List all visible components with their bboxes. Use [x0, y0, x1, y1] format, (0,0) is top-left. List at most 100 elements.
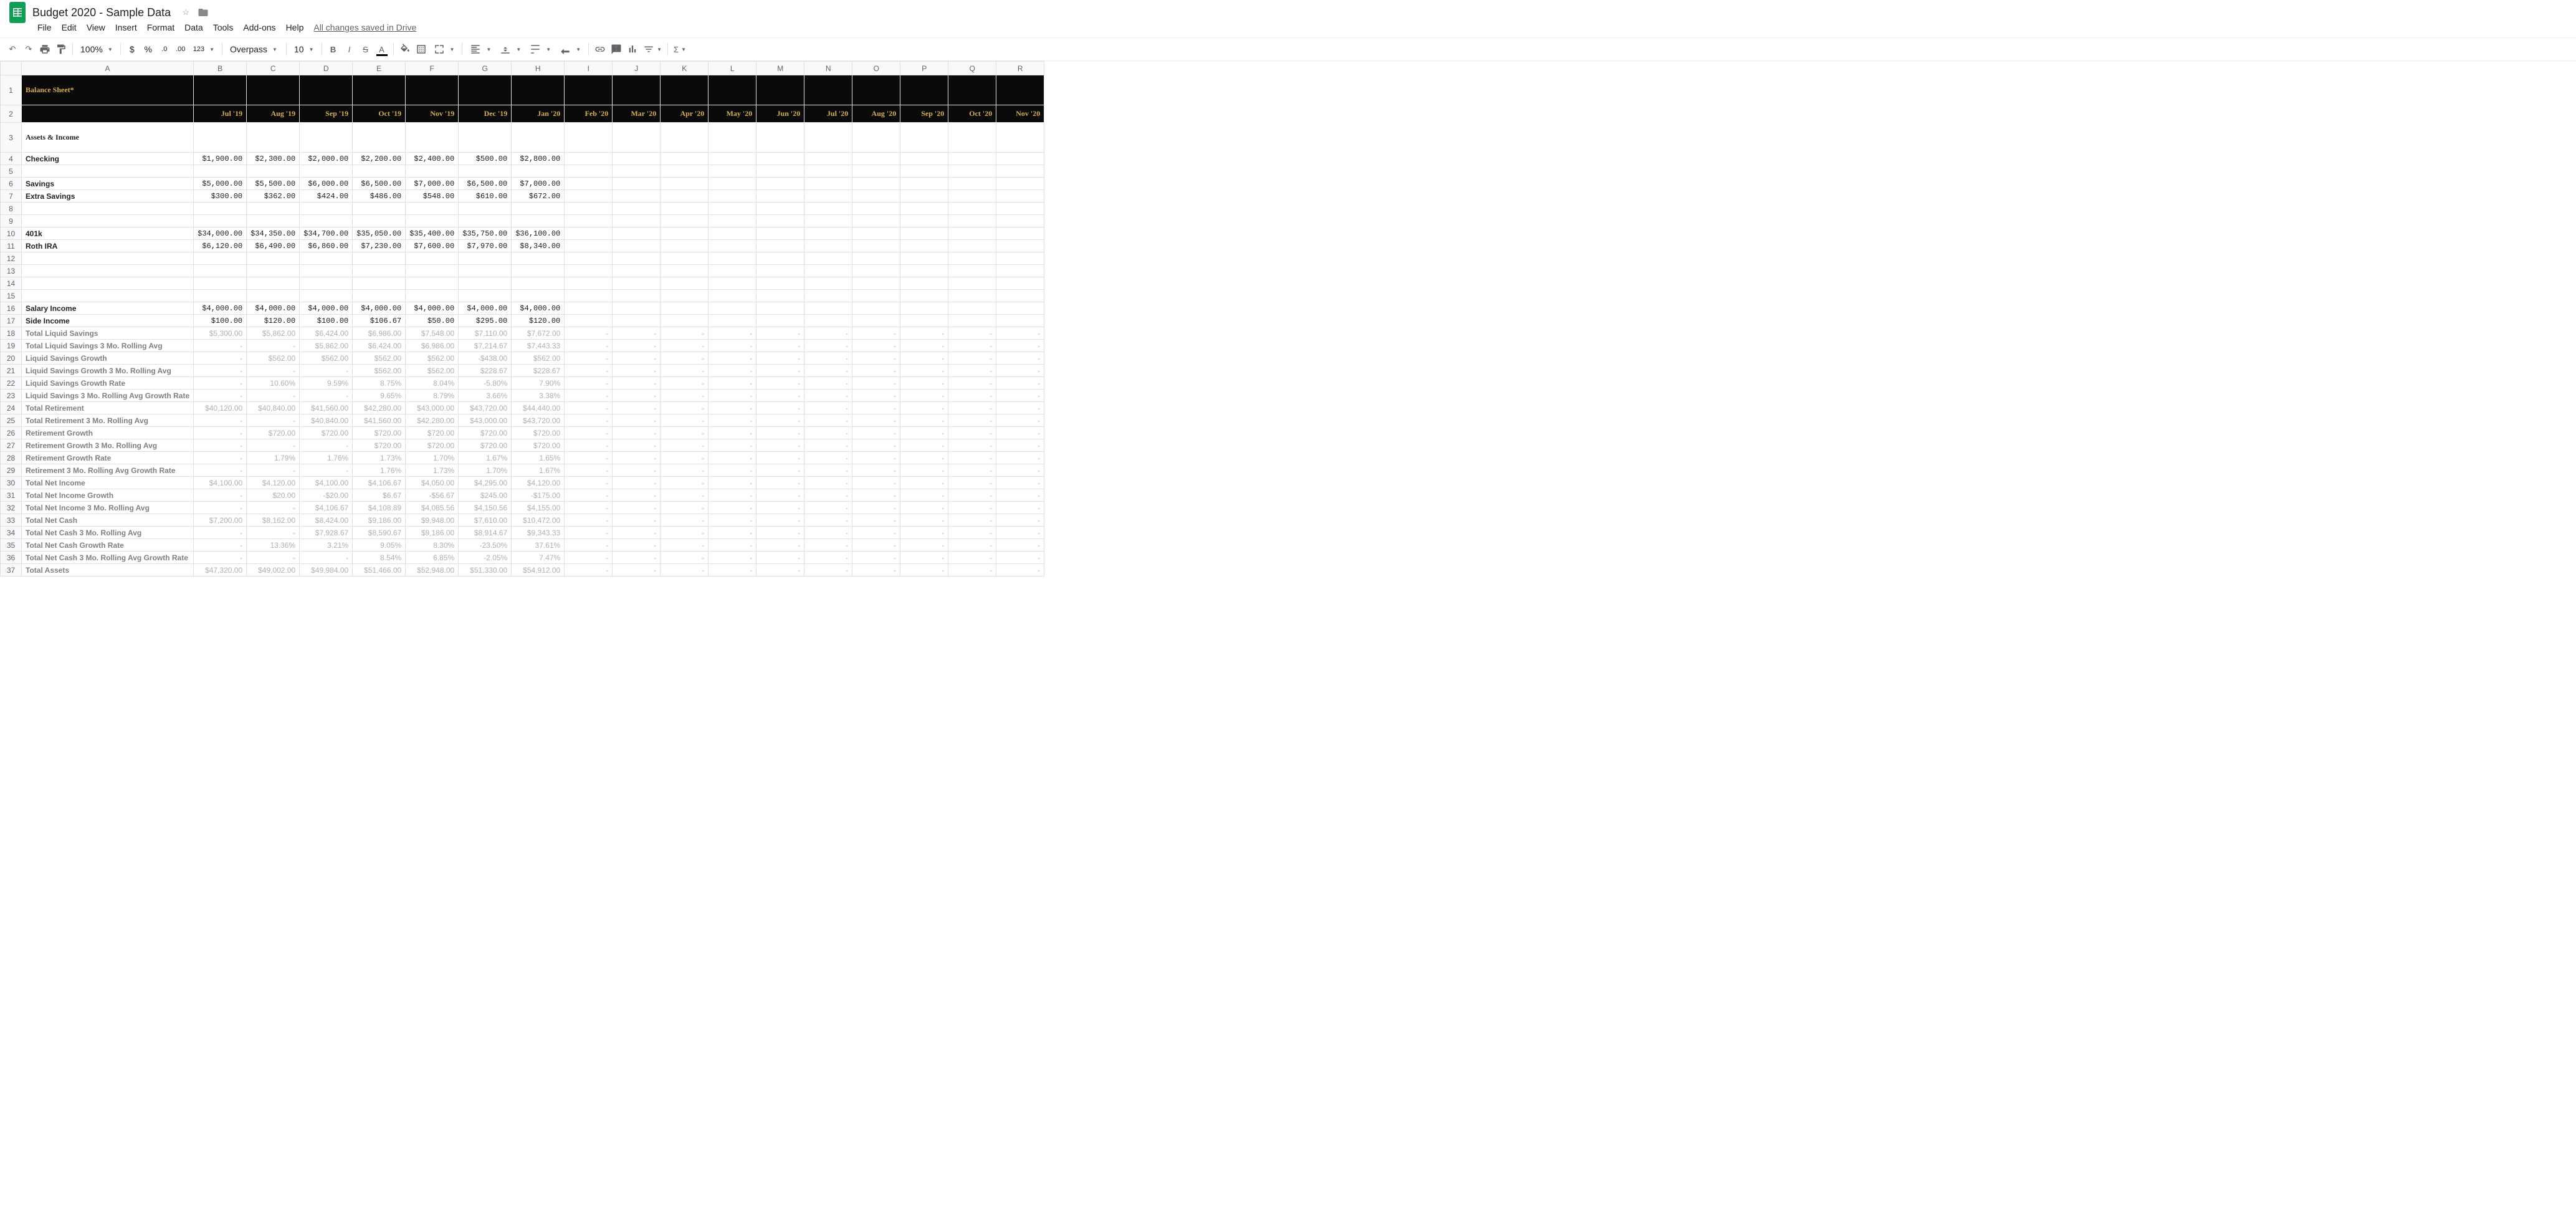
cell-P31[interactable]: - [900, 489, 948, 502]
cell-E32[interactable]: $4,108.89 [353, 502, 406, 514]
cell-A18[interactable]: Total Liquid Savings [22, 327, 194, 340]
cell-Q18[interactable]: - [948, 327, 996, 340]
cell-E30[interactable]: $4,106.67 [353, 477, 406, 489]
cell-P14[interactable] [900, 277, 948, 290]
cell-L30[interactable]: - [708, 477, 756, 489]
cell-C21[interactable]: - [247, 365, 300, 377]
cell-H27[interactable]: $720.00 [512, 439, 565, 452]
column-header-r[interactable]: R [996, 62, 1044, 75]
cell-L12[interactable] [708, 252, 756, 265]
cell-R3[interactable] [996, 123, 1044, 153]
cell-L4[interactable] [708, 153, 756, 165]
cell-N24[interactable]: - [804, 402, 852, 414]
cell-F21[interactable]: $562.00 [406, 365, 459, 377]
cell-D22[interactable]: 9.59% [300, 377, 353, 390]
cell-O4[interactable] [852, 153, 900, 165]
cell-N1[interactable] [804, 75, 852, 105]
cell-C33[interactable]: $8,162.00 [247, 514, 300, 527]
cell-N21[interactable]: - [804, 365, 852, 377]
text-wrap-button[interactable]: ▼ [526, 44, 555, 55]
cell-J7[interactable] [613, 190, 661, 203]
cell-F28[interactable]: 1.70% [406, 452, 459, 464]
cell-G20[interactable]: -$438.00 [459, 352, 512, 365]
cell-R8[interactable] [996, 203, 1044, 215]
cell-O15[interactable] [852, 290, 900, 302]
cell-O13[interactable] [852, 265, 900, 277]
cell-L14[interactable] [708, 277, 756, 290]
cell-P29[interactable]: - [900, 464, 948, 477]
cell-P4[interactable] [900, 153, 948, 165]
cell-G21[interactable]: $228.67 [459, 365, 512, 377]
menu-tools[interactable]: Tools [208, 20, 239, 35]
cell-G1[interactable] [459, 75, 512, 105]
row-header-35[interactable]: 35 [1, 539, 22, 552]
cell-G11[interactable]: $7,970.00 [459, 240, 512, 252]
cell-C4[interactable]: $2,300.00 [247, 153, 300, 165]
cell-M35[interactable]: - [756, 539, 804, 552]
cell-G22[interactable]: -5.80% [459, 377, 512, 390]
cell-B36[interactable]: - [194, 552, 247, 564]
cell-K4[interactable] [661, 153, 708, 165]
cell-B29[interactable]: - [194, 464, 247, 477]
cell-N19[interactable]: - [804, 340, 852, 352]
column-header-a[interactable]: A [22, 62, 194, 75]
cell-J1[interactable] [613, 75, 661, 105]
cell-K8[interactable] [661, 203, 708, 215]
cell-O29[interactable]: - [852, 464, 900, 477]
cell-C20[interactable]: $562.00 [247, 352, 300, 365]
cell-G4[interactable]: $500.00 [459, 153, 512, 165]
cell-B21[interactable]: - [194, 365, 247, 377]
increase-decimal-button[interactable]: .00 [173, 42, 188, 57]
cell-Q32[interactable]: - [948, 502, 996, 514]
cell-Q6[interactable] [948, 178, 996, 190]
cell-A34[interactable]: Total Net Cash 3 Mo. Rolling Avg [22, 527, 194, 539]
cell-C37[interactable]: $49,002.00 [247, 564, 300, 576]
cell-D36[interactable]: - [300, 552, 353, 564]
cell-C10[interactable]: $34,350.00 [247, 227, 300, 240]
cell-C30[interactable]: $4,120.00 [247, 477, 300, 489]
cell-Q27[interactable]: - [948, 439, 996, 452]
cell-E21[interactable]: $562.00 [353, 365, 406, 377]
cell-Q11[interactable] [948, 240, 996, 252]
row-header-28[interactable]: 28 [1, 452, 22, 464]
row-header-22[interactable]: 22 [1, 377, 22, 390]
cell-K31[interactable]: - [661, 489, 708, 502]
cell-F30[interactable]: $4,050.00 [406, 477, 459, 489]
cell-Q26[interactable]: - [948, 427, 996, 439]
cell-B20[interactable]: - [194, 352, 247, 365]
cell-L17[interactable] [708, 315, 756, 327]
cell-O1[interactable] [852, 75, 900, 105]
row-header-5[interactable]: 5 [1, 165, 22, 178]
cell-F29[interactable]: 1.73% [406, 464, 459, 477]
cell-A2[interactable] [22, 105, 194, 123]
cell-N34[interactable]: - [804, 527, 852, 539]
cell-G13[interactable] [459, 265, 512, 277]
row-header-20[interactable]: 20 [1, 352, 22, 365]
cell-B17[interactable]: $100.00 [194, 315, 247, 327]
cell-K19[interactable]: - [661, 340, 708, 352]
cell-R18[interactable]: - [996, 327, 1044, 340]
column-header-l[interactable]: L [708, 62, 756, 75]
zoom-select[interactable]: 100%▼ [77, 44, 117, 54]
row-header-23[interactable]: 23 [1, 390, 22, 402]
cell-O26[interactable]: - [852, 427, 900, 439]
insert-link-button[interactable] [593, 42, 608, 57]
cell-F13[interactable] [406, 265, 459, 277]
cell-I30[interactable]: - [565, 477, 613, 489]
cell-I15[interactable] [565, 290, 613, 302]
cell-G29[interactable]: 1.70% [459, 464, 512, 477]
cell-R33[interactable]: - [996, 514, 1044, 527]
cell-M29[interactable]: - [756, 464, 804, 477]
cell-K11[interactable] [661, 240, 708, 252]
cell-J18[interactable]: - [613, 327, 661, 340]
cell-G35[interactable]: -23.50% [459, 539, 512, 552]
cell-K5[interactable] [661, 165, 708, 178]
cell-N7[interactable] [804, 190, 852, 203]
cell-G15[interactable] [459, 290, 512, 302]
cell-G26[interactable]: $720.00 [459, 427, 512, 439]
cell-J32[interactable]: - [613, 502, 661, 514]
star-icon[interactable]: ☆ [179, 6, 192, 19]
row-header-14[interactable]: 14 [1, 277, 22, 290]
cell-R11[interactable] [996, 240, 1044, 252]
insert-chart-button[interactable] [625, 42, 640, 57]
